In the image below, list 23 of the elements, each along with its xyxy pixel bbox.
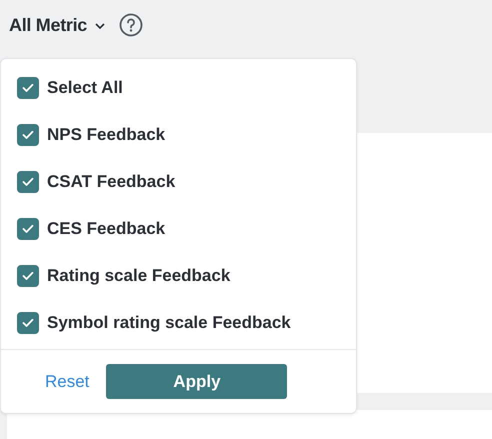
- check-icon: [22, 130, 34, 140]
- checkbox[interactable]: [17, 170, 39, 192]
- reset-link[interactable]: Reset: [45, 372, 90, 392]
- check-icon: [22, 82, 34, 92]
- checkbox-option[interactable]: CSAT Feedback: [17, 158, 356, 205]
- apply-button[interactable]: Apply: [106, 364, 288, 399]
- checkbox[interactable]: [17, 76, 39, 98]
- caret-icon: [95, 23, 106, 29]
- checkbox-option[interactable]: Rating scale Feedback: [17, 252, 356, 299]
- checkbox[interactable]: [17, 218, 39, 240]
- check-icon: [22, 176, 34, 186]
- checkbox-option[interactable]: Symbol rating scale Feedback: [17, 299, 356, 346]
- check-icon: [22, 270, 34, 280]
- checkbox[interactable]: [17, 312, 39, 334]
- checkbox[interactable]: [17, 124, 39, 146]
- checkbox-option[interactable]: NPS Feedback: [17, 111, 356, 158]
- check-icon: [22, 318, 34, 328]
- checkbox-option[interactable]: Select All: [17, 64, 356, 111]
- check-icon: [22, 224, 34, 234]
- metric-dropdown[interactable]: All Metric: [9, 14, 106, 36]
- help-icon[interactable]: [119, 13, 144, 37]
- checkbox-option[interactable]: CES Feedback: [17, 205, 356, 252]
- checkbox[interactable]: [17, 264, 39, 286]
